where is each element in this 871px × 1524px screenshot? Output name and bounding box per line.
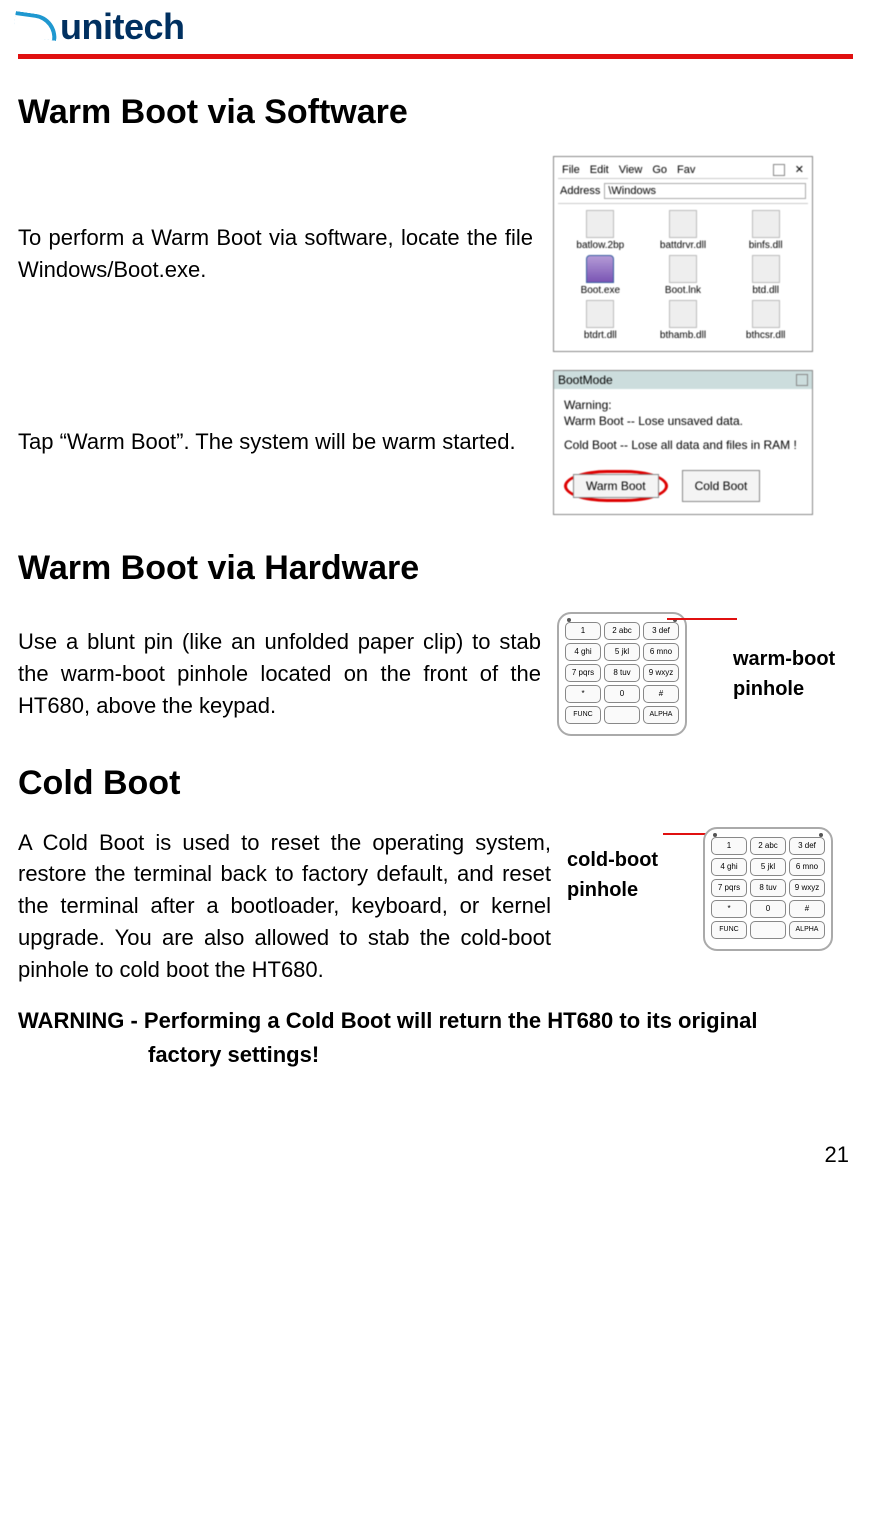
step1-row: To perform a Warm Boot via software, loc…: [18, 156, 853, 352]
page-number: 21: [18, 1142, 853, 1168]
dialog-title: BootMode: [558, 373, 613, 387]
keypad-key[interactable]: 0: [750, 900, 786, 918]
menu-edit[interactable]: Edit: [590, 164, 609, 176]
menu-view[interactable]: View: [619, 164, 643, 176]
callout-line-icon: [667, 618, 737, 620]
warm-boot-pinhole-label: warm-boot pinhole: [733, 644, 853, 704]
dialog-warning-line1: Warning:: [564, 397, 802, 413]
device-keypad: 12 abc3 def 4 ghi5 jkl6 mno 7 pqrs8 tuv9 w…: [703, 827, 833, 951]
keypad-key[interactable]: 8 tuv: [750, 879, 786, 897]
keypad-key[interactable]: ALPHA: [643, 706, 679, 724]
keypad-key[interactable]: 6 mno: [643, 643, 679, 661]
keypad-key[interactable]: 5 jkl: [604, 643, 640, 661]
file-item-boot-exe[interactable]: Boot.exe: [560, 255, 641, 296]
logo-swoosh-icon: [18, 10, 58, 44]
keypad-key[interactable]: [750, 921, 786, 939]
file-item[interactable]: battdrvr.dll: [643, 210, 724, 251]
file-item[interactable]: binfs.dll: [725, 210, 806, 251]
keypad-key[interactable]: *: [565, 685, 601, 703]
dialog-warning-line2: Warm Boot -- Lose unsaved data.: [564, 413, 802, 429]
bootmode-dialog-image: BootMode Warning: Warm Boot -- Lose unsa…: [553, 370, 853, 515]
warm-boot-button[interactable]: Warm Boot: [573, 474, 659, 498]
keyboard-icon[interactable]: [773, 164, 785, 176]
page-header: unitech: [18, 0, 853, 59]
cold-boot-button[interactable]: Cold Boot: [682, 470, 761, 502]
keypad-key[interactable]: 7 pqrs: [565, 664, 601, 682]
heading-warm-boot-software: Warm Boot via Software: [18, 93, 853, 132]
keypad-key[interactable]: 8 tuv: [604, 664, 640, 682]
bootmode-dialog: BootMode Warning: Warm Boot -- Lose unsa…: [553, 370, 813, 515]
keypad-key[interactable]: FUNC: [711, 921, 747, 939]
file-item[interactable]: batlow.2bp: [560, 210, 641, 251]
keypad-key[interactable]: *: [711, 900, 747, 918]
warning-text: WARNING - Performing a Cold Boot will re…: [18, 1004, 853, 1072]
device-keypad-image: 12 abc3 def 4 ghi5 jkl6 mno 7 pqrs8 tuv9 w…: [557, 612, 717, 736]
keypad-key[interactable]: 3 def: [789, 837, 825, 855]
device-keypad: 12 abc3 def 4 ghi5 jkl6 mno 7 pqrs8 tuv9 w…: [557, 612, 687, 736]
file-item[interactable]: bthamb.dll: [643, 300, 724, 341]
keypad-key[interactable]: #: [789, 900, 825, 918]
file-grid: batlow.2bp battdrvr.dll binfs.dll Boot.e…: [558, 204, 808, 347]
file-item[interactable]: Boot.lnk: [643, 255, 724, 296]
keypad-key[interactable]: 3 def: [643, 622, 679, 640]
keypad-key[interactable]: 2 abc: [604, 622, 640, 640]
menu-fav[interactable]: Fav: [677, 164, 695, 176]
cold-boot-text: A Cold Boot is used to reset the operati…: [18, 827, 551, 986]
logo-text: unitech: [60, 6, 185, 48]
warning-prefix: WARNING -: [18, 1008, 144, 1033]
warm-boot-hw-text: Use a blunt pin (like an unfolded paper …: [18, 626, 541, 722]
warning-line2: factory settings!: [18, 1038, 853, 1072]
file-item[interactable]: btd.dll: [725, 255, 806, 296]
warning-line1: Performing a Cold Boot will return the H…: [144, 1008, 758, 1033]
keypad-key[interactable]: 4 ghi: [711, 858, 747, 876]
close-icon[interactable]: ✕: [795, 163, 804, 176]
keypad-key[interactable]: 1: [565, 622, 601, 640]
dialog-body: Warning: Warm Boot -- Lose unsaved data.…: [554, 389, 812, 462]
dialog-warning-line3: Cold Boot -- Lose all data and files in …: [564, 437, 802, 453]
keypad-key[interactable]: 4 ghi: [565, 643, 601, 661]
device-keypad-image-2: 12 abc3 def 4 ghi5 jkl6 mno 7 pqrs8 tuv9 w…: [703, 827, 853, 951]
keypad-key[interactable]: ALPHA: [789, 921, 825, 939]
keypad-key[interactable]: FUNC: [565, 706, 601, 724]
keypad-key[interactable]: #: [643, 685, 679, 703]
file-browser-image: File Edit View Go Fav ✕ Address batlow.2…: [553, 156, 853, 352]
keypad-key[interactable]: 9 wxyz: [789, 879, 825, 897]
menu-file[interactable]: File: [562, 164, 580, 176]
cold-boot-row: A Cold Boot is used to reset the operati…: [18, 827, 853, 986]
menu-go[interactable]: Go: [652, 164, 667, 176]
cold-boot-pinhole-label: cold-boot pinhole: [567, 827, 687, 905]
step2-row: Tap “Warm Boot”. The system will be warm…: [18, 370, 853, 515]
warm-boot-highlight-icon: Warm Boot: [564, 470, 668, 502]
keypad-key[interactable]: 7 pqrs: [711, 879, 747, 897]
file-item[interactable]: bthcsr.dll: [725, 300, 806, 341]
step2-text: Tap “Warm Boot”. The system will be warm…: [18, 426, 533, 458]
close-icon[interactable]: [796, 374, 808, 386]
step1-text: To perform a Warm Boot via software, loc…: [18, 222, 533, 286]
heading-cold-boot: Cold Boot: [18, 764, 853, 803]
keypad-key[interactable]: 1: [711, 837, 747, 855]
warm-boot-hw-row: Use a blunt pin (like an unfolded paper …: [18, 612, 853, 736]
menu-bar: File Edit View Go Fav ✕: [558, 161, 808, 179]
address-input[interactable]: [604, 183, 806, 199]
keypad-key[interactable]: [604, 706, 640, 724]
header-divider: [18, 54, 853, 59]
dialog-buttons: Warm Boot Cold Boot: [554, 462, 812, 514]
address-bar: Address: [558, 179, 808, 204]
keypad-key[interactable]: 6 mno: [789, 858, 825, 876]
logo: unitech: [18, 6, 853, 52]
keypad-key[interactable]: 0: [604, 685, 640, 703]
keypad-key[interactable]: 5 jkl: [750, 858, 786, 876]
file-item[interactable]: btdrt.dll: [560, 300, 641, 341]
file-browser-window: File Edit View Go Fav ✕ Address batlow.2…: [553, 156, 813, 352]
heading-warm-boot-hardware: Warm Boot via Hardware: [18, 549, 853, 588]
dialog-titlebar: BootMode: [554, 371, 812, 389]
address-label: Address: [560, 185, 600, 197]
keypad-key[interactable]: 9 wxyz: [643, 664, 679, 682]
keypad-key[interactable]: 2 abc: [750, 837, 786, 855]
